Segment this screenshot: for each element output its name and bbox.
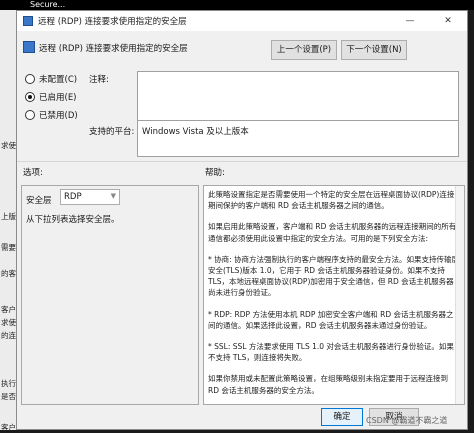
supported-platforms-label: 支持的平台: (89, 127, 135, 137)
radio-not-configured[interactable]: 未配置(C) (25, 73, 77, 85)
dialog-title: 远程 (RDP) 连接要求使用指定的安全层 (38, 17, 187, 27)
radio-circle[interactable] (25, 74, 35, 84)
security-layer-description: 从下拉列表选择安全层。 (26, 215, 120, 225)
security-layer-label: 安全层 (26, 196, 52, 206)
policy-setting-icon (23, 41, 35, 53)
watermark: CSDN @霸道不霸之道 (366, 416, 448, 425)
comment-textarea[interactable] (137, 71, 459, 121)
help-paragraph: 如果启用此策略设置，客户端和 RD 会话主机服务器的远程连接期间的所有通信都必须… (208, 222, 457, 243)
chevron-down-icon: ▼ (110, 192, 116, 200)
minimize-icon[interactable]: — (399, 13, 421, 29)
background-text-fragment: 客户 (1, 305, 16, 314)
background-window-titlebar: Secure... (0, 0, 474, 10)
security-layer-dropdown[interactable]: RDP ▼ (60, 189, 120, 205)
ok-button[interactable]: 确定 (321, 408, 363, 426)
background-text-fragment: 执行 (1, 379, 16, 388)
policy-setting-name: 远程 (RDP) 连接要求使用指定的安全层 (39, 44, 188, 54)
radio-label: 未配置(C) (39, 75, 78, 85)
radio-label: 已禁用(D) (39, 111, 78, 121)
help-paragraph: * RDP: RDP 方法使用本机 RDP 加密安全客户端和 RD 会话主机服务… (208, 309, 454, 330)
radio-disabled[interactable]: 已禁用(D) (25, 109, 78, 121)
help-text: 此策略设置指定是否需要使用一个特定的安全层在远程桌面协议(RDP)连接期间保护的… (208, 189, 460, 404)
radio-enabled[interactable]: 已启用(E) (25, 91, 77, 103)
next-setting-button[interactable]: 下一个设置(N) (341, 40, 407, 60)
background-text-fragment: 是否 (1, 392, 16, 401)
radio-label: 已启用(E) (39, 93, 77, 103)
comment-label: 注释: (89, 75, 109, 85)
policy-app-icon (23, 16, 33, 26)
previous-setting-button[interactable]: 上一个设置(P) (271, 40, 337, 60)
radio-circle[interactable] (25, 110, 35, 120)
section-divider (17, 161, 467, 162)
help-panel[interactable]: 此策略设置指定是否需要使用一个特定的安全层在远程桌面协议(RDP)连接期间保护的… (203, 185, 465, 405)
background-window-strip: 求使用 上版本 需要 的客户 客户 求使用 的连接 执行 是否 客户 (0, 10, 24, 432)
background-text-fragment: 需要 (1, 243, 16, 252)
policy-setting-dialog: 远程 (RDP) 连接要求使用指定的安全层 — ✕ 远程 (RDP) 连接要求使… (16, 10, 468, 430)
help-paragraph: * SSL: SSL 方法要求使用 TLS 1.0 对会话主机服务器进行身份验证… (208, 342, 454, 363)
supported-platforms-field: Windows Vista 及以上版本 (137, 121, 459, 157)
background-text-fragment: 客户 (1, 423, 16, 432)
options-panel: 安全层 RDP ▼ 从下拉列表选择安全层。 (21, 185, 199, 405)
help-scrollbar[interactable] (455, 186, 464, 404)
security-layer-value: RDP (64, 192, 82, 202)
help-paragraph: * 协商: 协商方法强制执行的客户端程序支持的最安全方法。如果支持传输层安全(T… (208, 254, 460, 298)
help-label: 帮助: (205, 168, 225, 178)
help-paragraph: 此策略设置指定是否需要使用一个特定的安全层在远程桌面协议(RDP)连接期间保护的… (208, 190, 455, 211)
radio-circle-checked[interactable] (25, 92, 35, 102)
background-window-title: Secure... (30, 0, 66, 9)
help-paragraph: 如果你禁用或未配置此策略设置，在组策略级别未指定要用于远程连接到 RD 会话主机… (208, 374, 448, 395)
dialog-titlebar: 远程 (RDP) 连接要求使用指定的安全层 — ✕ (17, 11, 467, 31)
close-icon[interactable]: ✕ (437, 13, 459, 29)
supported-platforms-value: Windows Vista 及以上版本 (142, 127, 249, 137)
options-label: 选项: (23, 168, 43, 178)
